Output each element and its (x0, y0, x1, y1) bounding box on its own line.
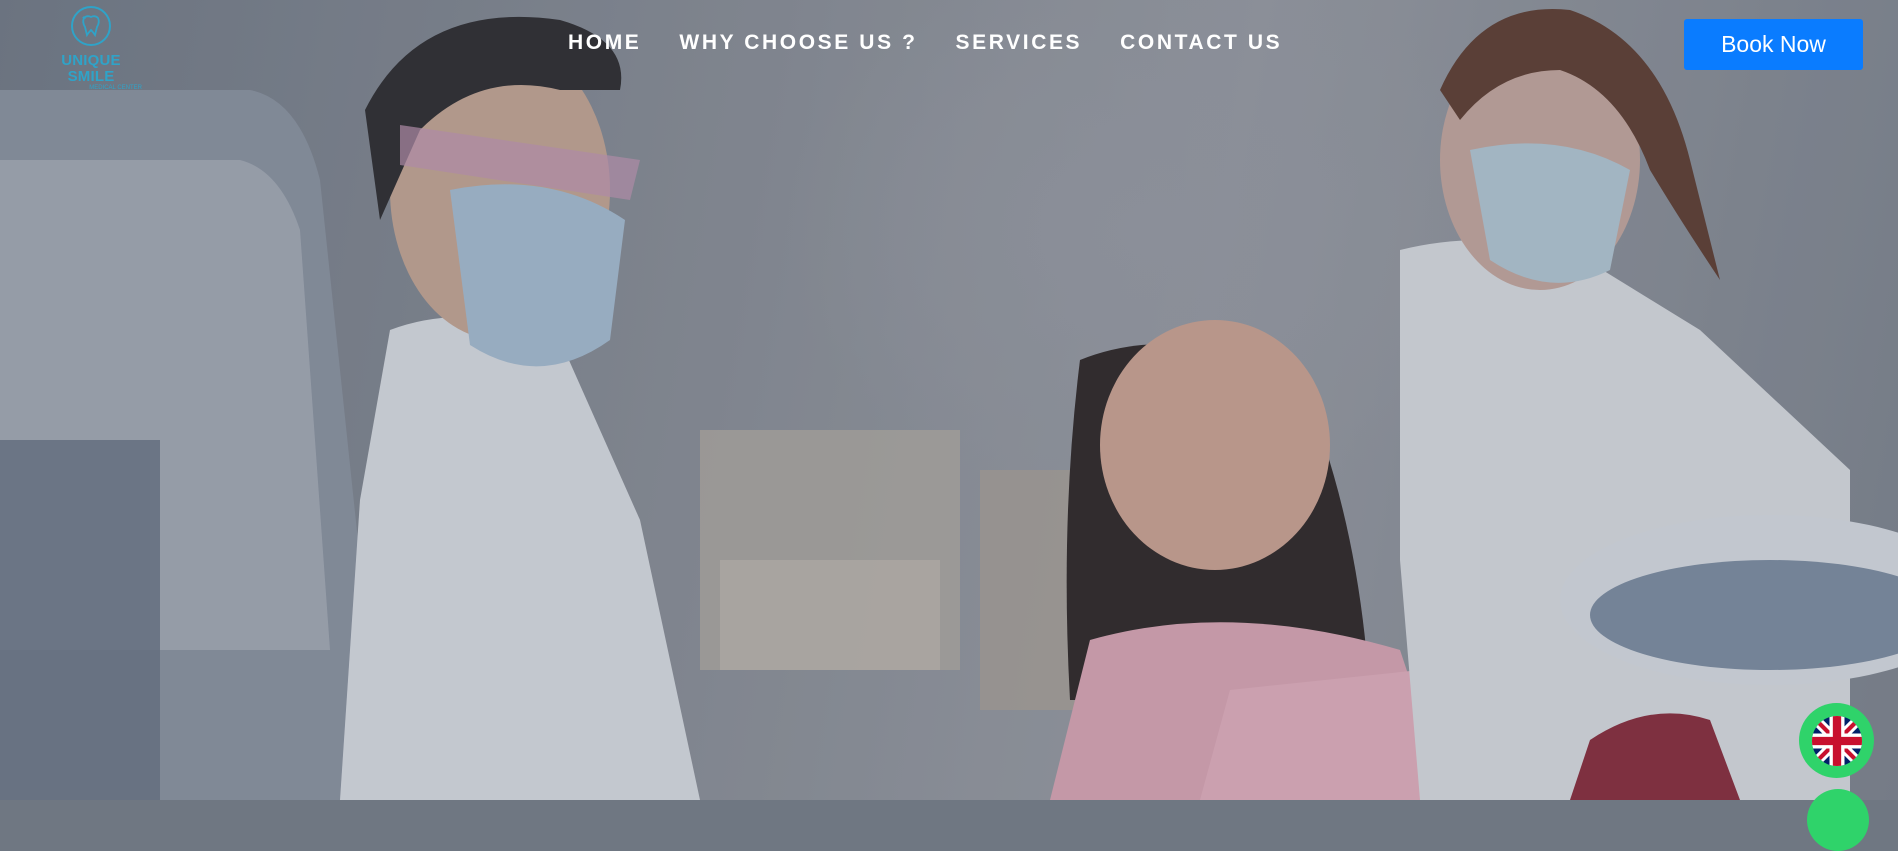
brand-name: UNIQUE SMILE (61, 52, 121, 85)
tooth-icon (71, 6, 111, 46)
site-header: UNIQUE SMILE MEDICAL CENTER HOME WHY CHO… (0, 0, 1898, 91)
book-now-button[interactable]: Book Now (1684, 19, 1863, 70)
site-logo[interactable]: UNIQUE SMILE MEDICAL CENTER (36, 6, 146, 91)
uk-flag-icon (1811, 715, 1862, 766)
secondary-floating-button[interactable] (1807, 789, 1869, 851)
nav-home[interactable]: HOME (568, 31, 641, 55)
hero-dark-overlay (0, 0, 1898, 800)
brand-subtitle: MEDICAL CENTER (89, 85, 142, 91)
hero-background-photo (0, 0, 1898, 800)
nav-why-choose-us[interactable]: WHY CHOOSE US ? (679, 31, 917, 55)
nav-contact-us[interactable]: CONTACT US (1120, 31, 1282, 55)
nav-services[interactable]: SERVICES (956, 31, 1083, 55)
main-nav: HOME WHY CHOOSE US ? SERVICES CONTACT US (568, 31, 1282, 55)
language-switch-button[interactable] (1799, 703, 1874, 778)
